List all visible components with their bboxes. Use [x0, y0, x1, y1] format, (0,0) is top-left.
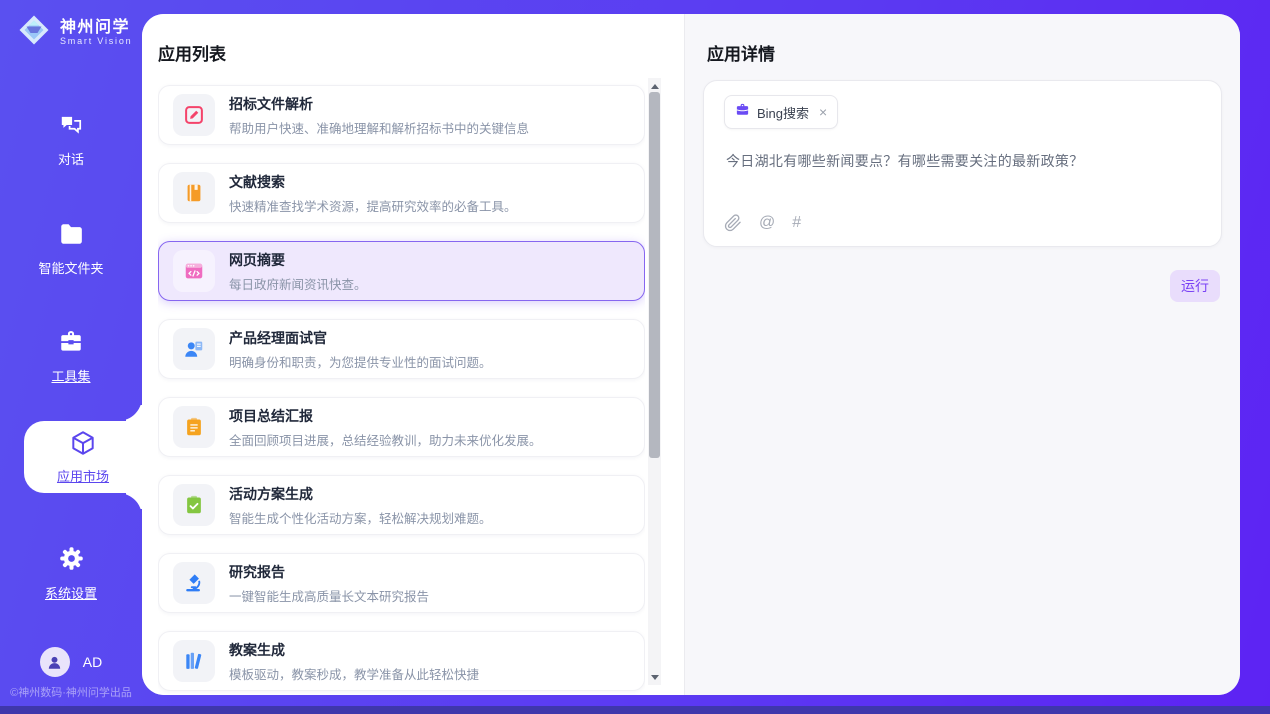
sidebar-item-gear[interactable]: 系统设置: [0, 545, 142, 602]
app-card[interactable]: 研究报告 一键智能生成高质量长文本研究报告: [158, 553, 645, 613]
scrollbar-thumb[interactable]: [649, 92, 660, 458]
sidebar-item-toolbox[interactable]: 工具集: [0, 329, 142, 385]
toolbox-icon: [58, 329, 84, 360]
folder-icon: [58, 221, 84, 252]
run-button[interactable]: 运行: [1170, 270, 1220, 302]
browser-code-icon: [173, 250, 215, 292]
sidebar-item-cube[interactable]: 应用市场: [24, 421, 142, 493]
app-card[interactable]: 活动方案生成 智能生成个性化活动方案，轻松解决规划难题。: [158, 475, 645, 535]
report-note-icon: [173, 406, 215, 448]
user-name: AD: [83, 654, 102, 670]
brand-logo: 神州问学 Smart Vision: [16, 12, 132, 53]
sidebar-item-folder[interactable]: 智能文件夹: [0, 221, 142, 277]
app-detail-title: 应用详情: [707, 40, 775, 65]
app-window: 神州问学 Smart Vision 对话 智能文件夹 工具集 应用市场 系统设置…: [0, 0, 1270, 714]
scrollbar: [648, 78, 661, 685]
app-card[interactable]: 网页摘要 每日政府新闻资讯快查。: [158, 241, 645, 301]
sidebar: 神州问学 Smart Vision 对话 智能文件夹 工具集 应用市场 系统设置…: [0, 0, 142, 714]
composer-card: Bing搜索 × 今日湖北有哪些新闻要点？有哪些需要关注的最新政策？ @#: [703, 80, 1222, 247]
app-detail-panel: 应用详情 Bing搜索 × 今日湖北有哪些新闻要点？有哪些需要关注的最新政策？ …: [685, 14, 1240, 695]
brand-name: 神州问学: [60, 19, 132, 37]
bottom-bar: [0, 706, 1270, 714]
app-cards-list: 招标文件解析 帮助用户快速、准确地理解和解析招标书中的关键信息 文献搜索 快速精…: [158, 76, 645, 695]
composer-toolbar: @#: [724, 214, 801, 232]
cube-icon: [69, 429, 97, 462]
books-icon: [173, 640, 215, 682]
content-window: 应用列表 招标文件解析 帮助用户快速、准确地理解和解析招标书中的关键信息 文献搜…: [142, 14, 1240, 695]
attachment-icon[interactable]: [724, 214, 742, 232]
brand-tagline: Smart Vision: [60, 36, 132, 46]
close-icon[interactable]: ×: [819, 105, 827, 119]
app-card[interactable]: 招标文件解析 帮助用户快速、准确地理解和解析招标书中的关键信息: [158, 85, 645, 145]
edit-document-icon: [173, 94, 215, 136]
query-input[interactable]: 今日湖北有哪些新闻要点？有哪些需要关注的最新政策？: [726, 151, 1199, 171]
diamond-logo-icon: [16, 12, 52, 53]
microscope-icon: [173, 562, 215, 604]
clipboard-check-icon: [173, 484, 215, 526]
tool-chip-label: Bing搜索: [757, 103, 809, 122]
app-list-panel: 应用列表 招标文件解析 帮助用户快速、准确地理解和解析招标书中的关键信息 文献搜…: [142, 14, 684, 695]
book-icon: [173, 172, 215, 214]
app-card[interactable]: 项目总结汇报 全面回顾项目进展，总结经验教训，助力未来优化发展。: [158, 397, 645, 457]
app-list-title: 应用列表: [158, 40, 226, 65]
gear-icon: [58, 545, 85, 577]
sidebar-item-chat[interactable]: 对话: [0, 112, 142, 168]
app-card[interactable]: 文献搜索 快速精准查找学术资源，提高研究效率的必备工具。: [158, 163, 645, 223]
chat-icon: [58, 112, 84, 143]
copyright-text: ©神州数码·神州问学出品: [0, 684, 142, 700]
scroll-up-icon[interactable]: [648, 80, 661, 92]
app-card[interactable]: 教案生成 模板驱动，教案秒成，教学准备从此轻松快捷: [158, 631, 645, 691]
briefcase-icon: [735, 102, 750, 122]
user-row: AD: [0, 647, 142, 677]
mention-icon[interactable]: @: [759, 214, 775, 232]
interviewer-icon: [173, 328, 215, 370]
app-card[interactable]: 产品经理面试官 明确身份和职责，为您提供专业性的面试问题。: [158, 319, 645, 379]
scroll-down-icon[interactable]: [648, 671, 661, 683]
tool-chip-bing[interactable]: Bing搜索 ×: [724, 95, 838, 129]
hash-icon[interactable]: #: [792, 214, 801, 232]
avatar[interactable]: [40, 647, 70, 677]
